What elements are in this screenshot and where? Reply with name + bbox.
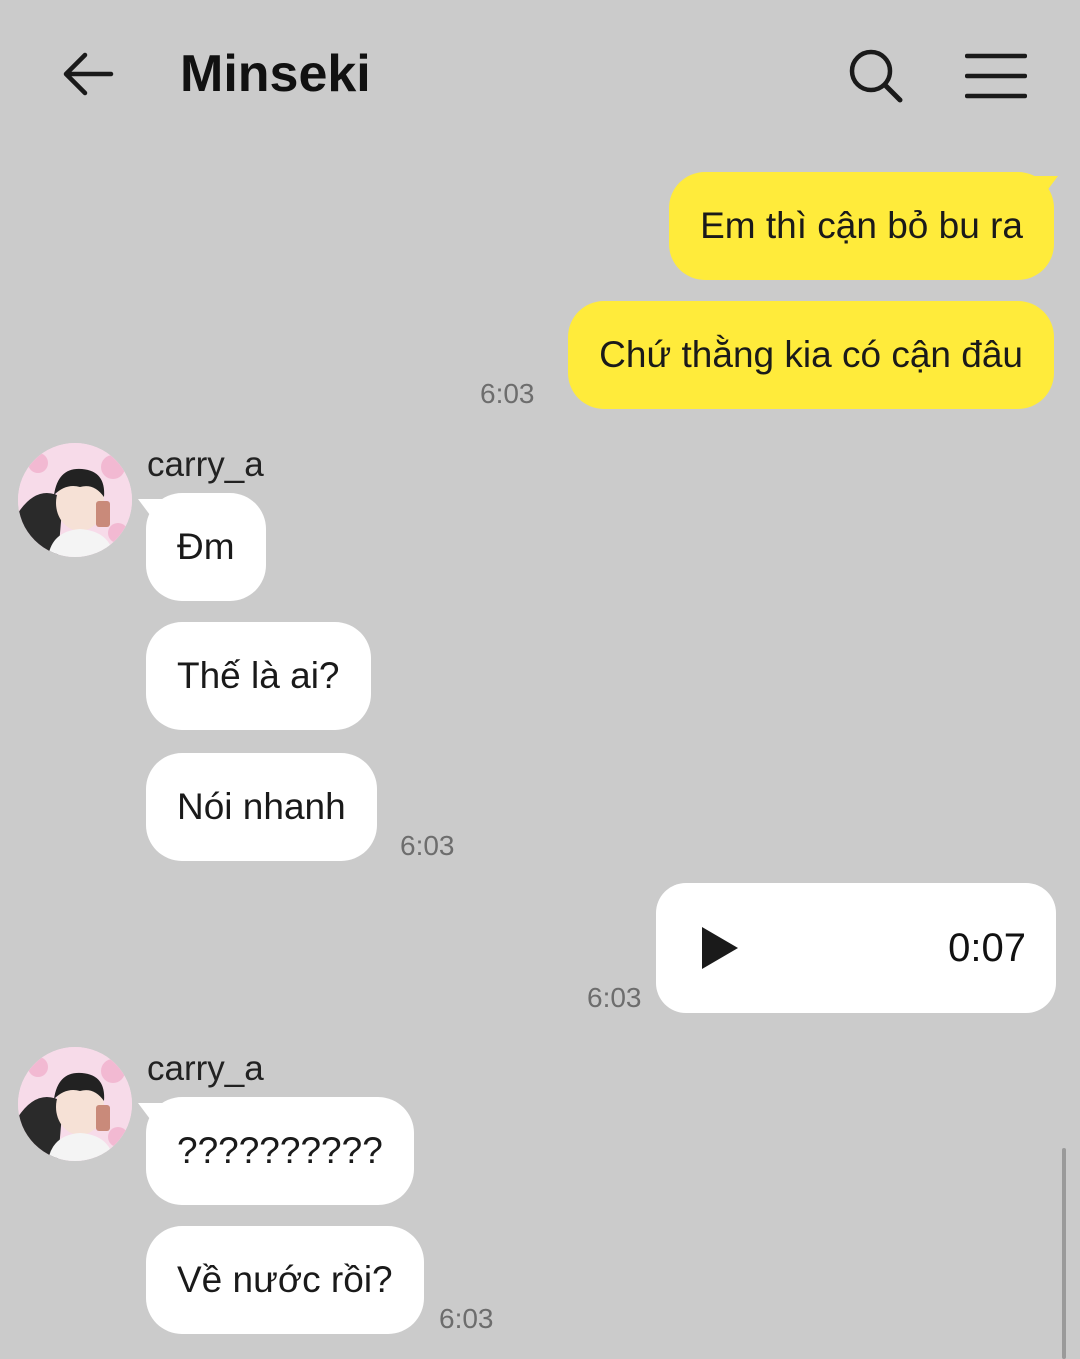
chat-title: Minseki — [180, 45, 371, 103]
outgoing-message[interactable]: Em thì cận bỏ bu ra — [669, 172, 1054, 280]
voice-duration: 0:07 — [948, 926, 1026, 970]
message-time: 6:03 — [480, 378, 535, 409]
incoming-message[interactable]: Đm — [146, 493, 266, 601]
message-time: 6:03 — [400, 830, 455, 861]
play-icon[interactable] — [698, 923, 742, 973]
menu-button[interactable] — [960, 40, 1032, 112]
scrollbar[interactable] — [1062, 1148, 1066, 1359]
hamburger-menu-icon — [965, 53, 1027, 99]
avatar-photo — [18, 443, 132, 557]
incoming-message[interactable]: Về nước rồi? — [146, 1226, 424, 1334]
search-icon — [849, 49, 903, 103]
incoming-message[interactable]: ?????????? — [146, 1097, 414, 1205]
arrow-left-icon — [63, 52, 114, 96]
search-button[interactable] — [840, 40, 912, 112]
sender-name: carry_a — [147, 445, 264, 484]
avatar[interactable] — [18, 1047, 132, 1161]
sender-name: carry_a — [147, 1049, 264, 1088]
message-time: 6:03 — [587, 982, 642, 1013]
avatar-photo — [18, 1047, 132, 1161]
back-button[interactable] — [52, 38, 124, 110]
outgoing-message[interactable]: Chứ thằng kia có cận đâu — [568, 301, 1054, 409]
incoming-message[interactable]: Thế là ai? — [146, 622, 371, 730]
incoming-message[interactable]: Nói nhanh — [146, 753, 377, 861]
avatar[interactable] — [18, 443, 132, 557]
message-time: 6:03 — [439, 1303, 494, 1334]
voice-message[interactable]: 0:07 — [656, 883, 1056, 1013]
